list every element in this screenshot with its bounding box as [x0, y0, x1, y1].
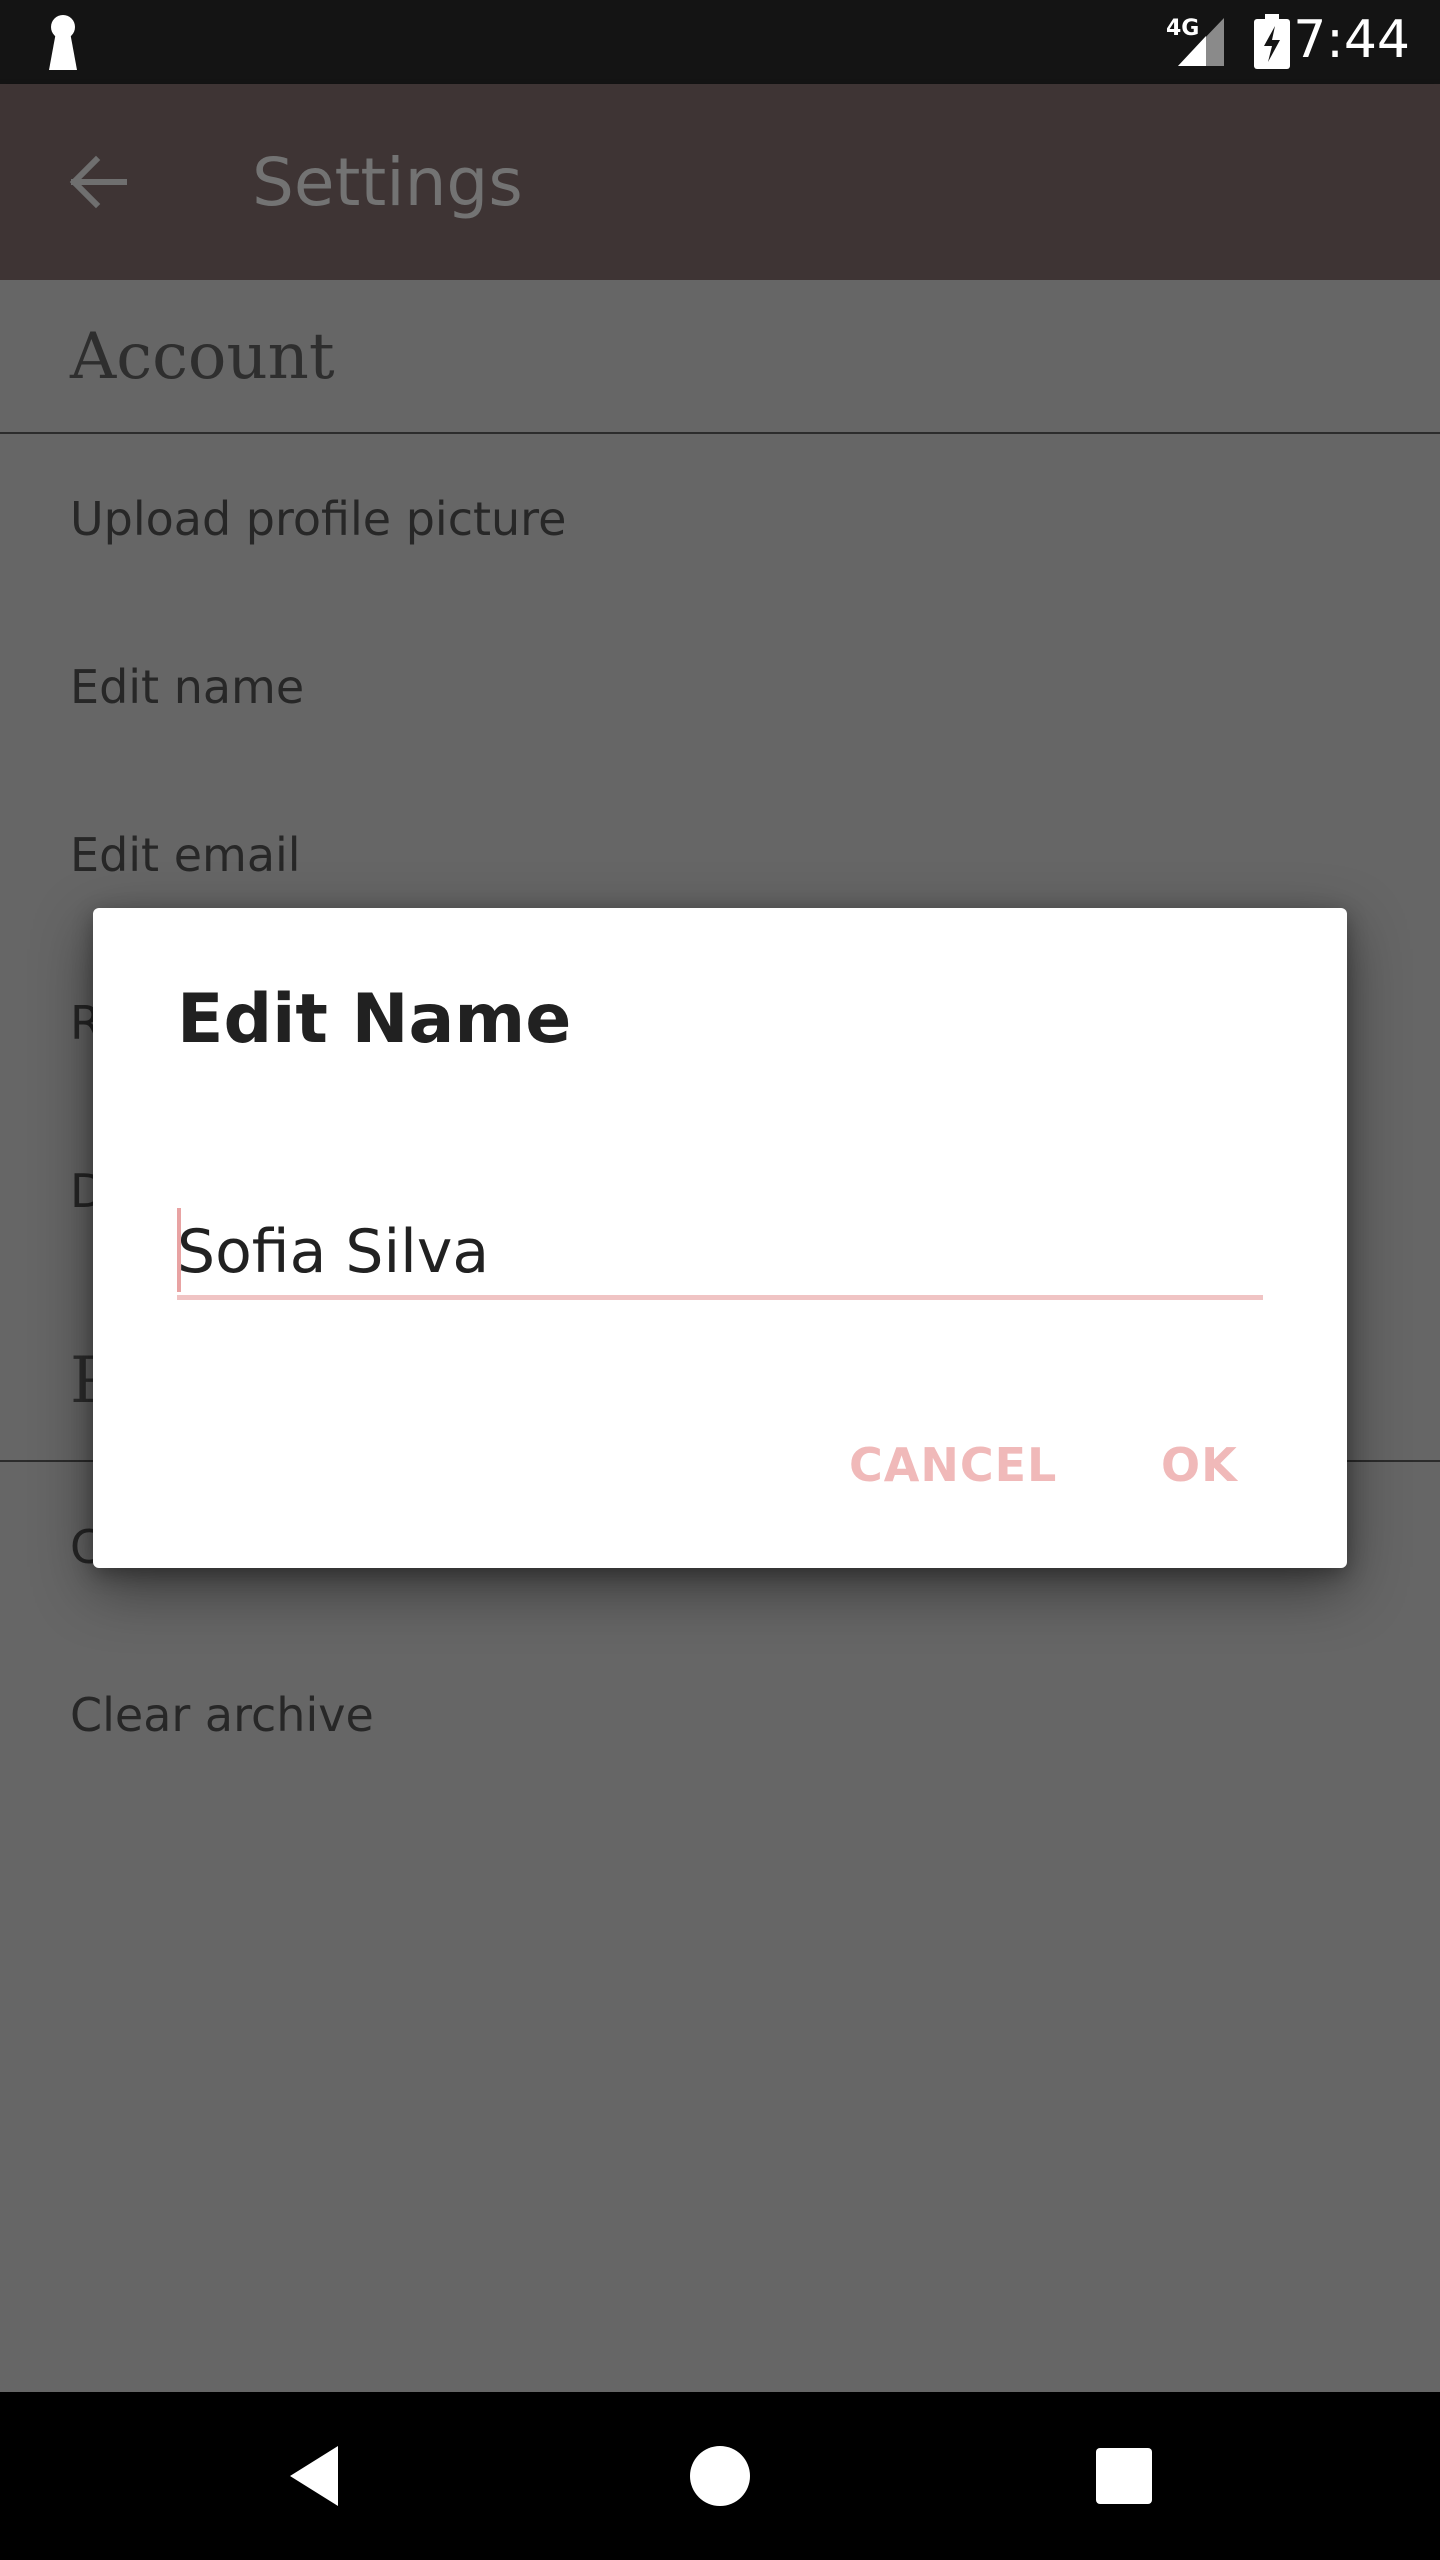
- screen: 4G 7:44 Settings Account Upload profile …: [0, 0, 1440, 2560]
- battery-charging-icon: [1254, 14, 1290, 69]
- nav-recents-icon[interactable]: [1086, 2438, 1162, 2514]
- text-cursor: [177, 1208, 181, 1292]
- signal-icon: [1178, 18, 1224, 66]
- nav-back-icon[interactable]: [280, 2438, 356, 2514]
- section-divider: [0, 432, 1440, 434]
- cancel-button[interactable]: CANCEL: [849, 1438, 1057, 1492]
- status-bar: 4G 7:44: [0, 0, 1440, 84]
- app-bar: Settings: [0, 84, 1440, 280]
- arrow-back-icon[interactable]: [66, 150, 130, 214]
- setting-edit-email[interactable]: Edit email: [70, 828, 301, 882]
- section-header-account: Account: [70, 320, 335, 394]
- setting-upload-profile-picture[interactable]: Upload profile picture: [70, 492, 566, 546]
- ok-button[interactable]: OK: [1161, 1438, 1238, 1492]
- page-title: Settings: [252, 144, 523, 221]
- setting-edit-name[interactable]: Edit name: [70, 660, 304, 714]
- name-input[interactable]: [177, 1208, 1263, 1300]
- status-clock: 7:44: [1293, 10, 1410, 70]
- setting-clear-archive[interactable]: Clear archive: [70, 1688, 374, 1742]
- dialog-title: Edit Name: [177, 980, 572, 1059]
- edit-name-dialog: Edit Name CANCEL OK: [93, 908, 1347, 1568]
- nav-home-icon[interactable]: [682, 2438, 758, 2514]
- keyhole-icon: [49, 15, 77, 70]
- system-nav-bar: [0, 2392, 1440, 2560]
